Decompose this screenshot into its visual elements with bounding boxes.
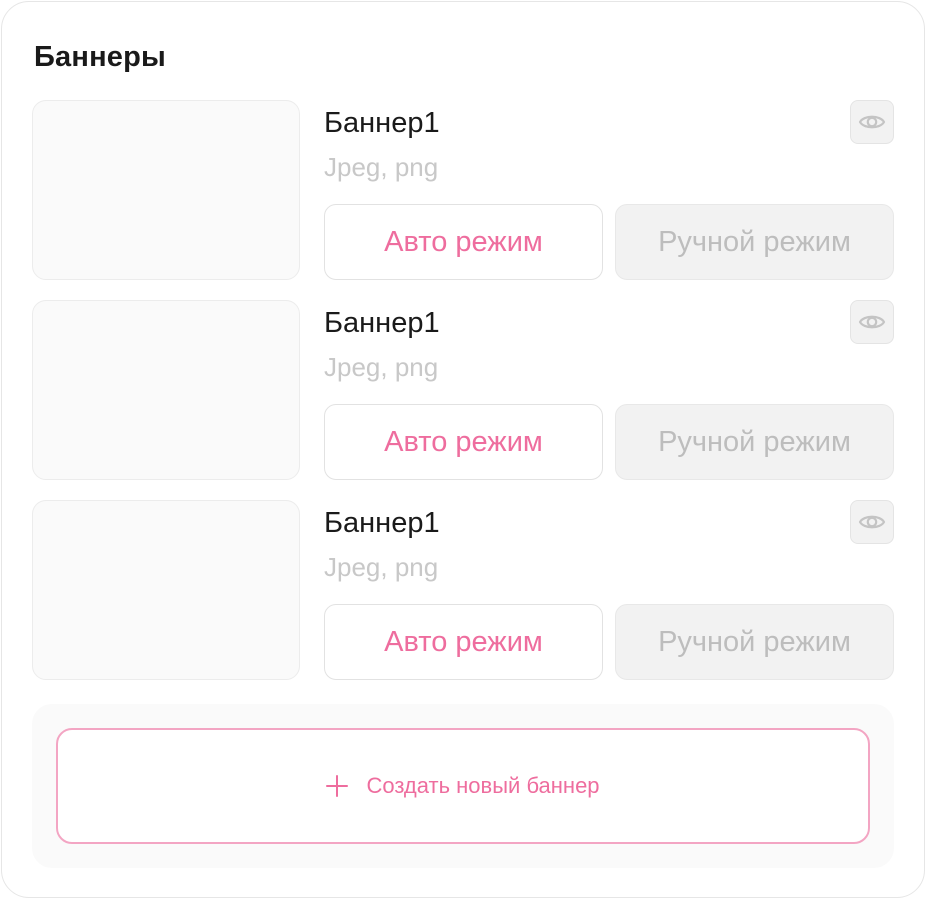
create-banner-area: Создать новый баннер [32,704,894,868]
manual-mode-button[interactable]: Ручной режим [615,604,894,680]
banner-formats: Jpeg, png [324,552,439,582]
auto-mode-button[interactable]: Авто режим [324,404,603,480]
create-banner-label: Создать новый баннер [366,773,600,798]
manual-mode-button[interactable]: Ручной режим [615,204,894,280]
banner-item: Баннер1 Jpeg, png Авто режим Ручной режи… [32,100,894,280]
banner-name: Баннер1 [324,307,440,339]
preview-button[interactable] [850,100,894,144]
banner-name: Баннер1 [324,507,440,539]
banner-thumbnail[interactable] [32,100,300,280]
auto-mode-button[interactable]: Авто режим [324,204,603,280]
eye-icon [858,515,886,529]
section-title: Баннеры [34,41,167,73]
banner-thumbnail[interactable] [32,300,300,480]
banner-item: Баннер1 Jpeg, png Авто режим Ручной режи… [32,500,894,680]
eye-icon [858,315,886,329]
create-banner-button[interactable]: Создать новый баннер [56,728,870,844]
eye-icon [858,115,886,129]
banner-formats: Jpeg, png [324,352,439,382]
preview-button[interactable] [850,300,894,344]
manual-mode-button[interactable]: Ручной режим [615,404,894,480]
banner-name: Баннер1 [324,107,440,139]
preview-button[interactable] [850,500,894,544]
banner-thumbnail[interactable] [32,500,300,680]
plus-icon [326,775,349,797]
banner-formats: Jpeg, png [324,152,439,182]
auto-mode-button[interactable]: Авто режим [324,604,603,680]
banner-item: Баннер1 Jpeg, png Авто режим Ручной режи… [32,300,894,480]
